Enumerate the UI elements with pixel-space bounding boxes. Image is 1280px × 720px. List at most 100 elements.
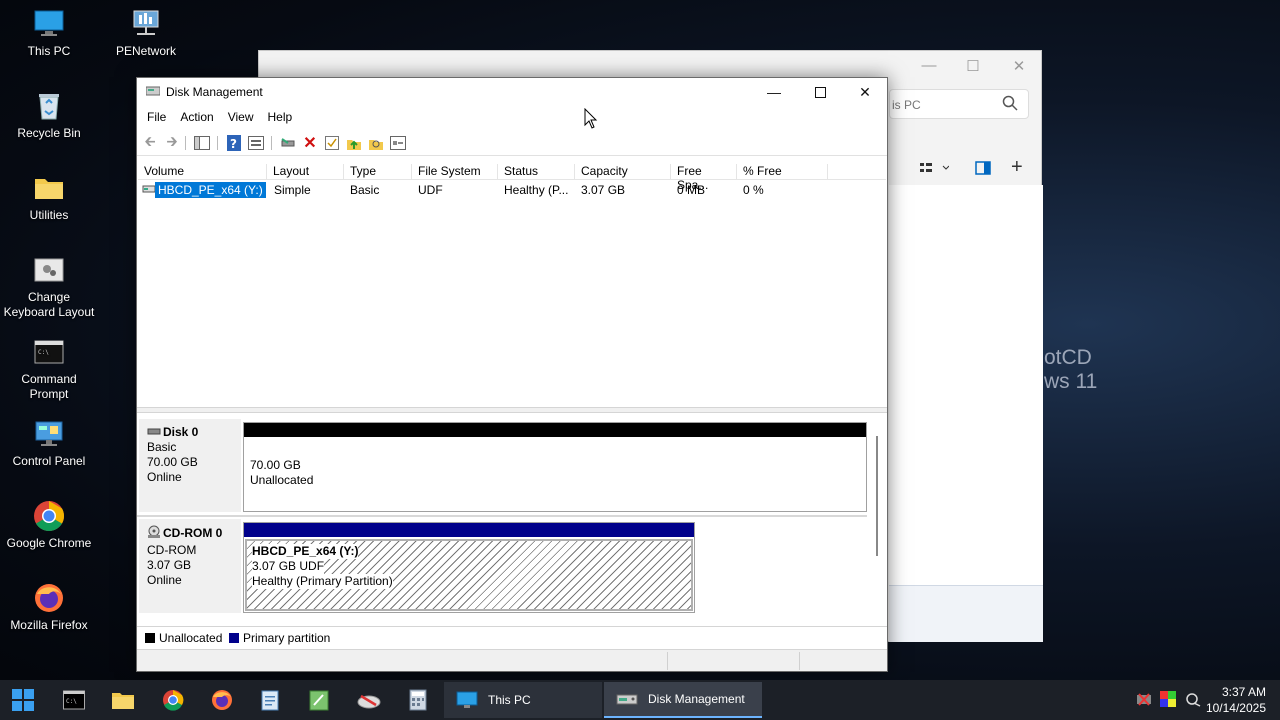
- desktop-icon-mozilla-firefox[interactable]: Mozilla Firefox: [1, 582, 97, 633]
- disk-management-icon: [145, 85, 161, 97]
- control-panel-icon: [33, 418, 65, 450]
- search-folder-icon[interactable]: [367, 134, 385, 152]
- volume-list-header: Volume Layout Type File System Status Ca…: [138, 161, 886, 192]
- volume-list[interactable]: Volume Layout Type File System Status Ca…: [138, 161, 886, 406]
- desktop-icon-google-chrome[interactable]: Google Chrome: [1, 500, 97, 551]
- network-tray-icon[interactable]: [1136, 691, 1152, 710]
- folder-icon: [112, 693, 134, 709]
- back-icon[interactable]: 🡰: [141, 133, 159, 152]
- menu-bar: File Action View Help: [137, 106, 887, 128]
- desktop-icon-recycle-bin[interactable]: Recycle Bin: [1, 90, 97, 141]
- title-bar[interactable]: Disk Management — ✕: [137, 78, 887, 106]
- close-button[interactable]: ✕: [999, 57, 1039, 77]
- toolbar: 🡰 🡲 ? ✕: [137, 130, 887, 156]
- partition-body-hatched: HBCD_PE_x64 (Y:) 3.07 GB UDF Healthy (Pr…: [245, 539, 693, 611]
- menu-action[interactable]: Action: [173, 106, 220, 128]
- disk-0-label[interactable]: Disk 0 Basic 70.00 GB Online: [139, 419, 241, 512]
- status-pane: [667, 652, 668, 670]
- desktop-icon-change-keyboard-layout[interactable]: Change Keyboard Layout: [1, 254, 97, 320]
- taskbar-disk-tool-button[interactable]: [353, 684, 385, 716]
- sync-tray-icon[interactable]: [1184, 691, 1202, 710]
- properties-list-icon[interactable]: [247, 134, 265, 152]
- maximize-button[interactable]: [797, 78, 843, 106]
- taskbar-terminal-button[interactable]: C:\: [58, 684, 90, 716]
- column-free-space[interactable]: Free Spa...: [671, 164, 737, 192]
- graph-scrollbar[interactable]: [874, 430, 880, 620]
- taskbar-firefox-button[interactable]: [206, 684, 238, 716]
- monitor-icon: [33, 8, 65, 40]
- desktop-icon-command-prompt[interactable]: C:\ Command Prompt: [1, 336, 97, 402]
- terminal-icon: C:\: [63, 690, 85, 710]
- disk-separator: [137, 515, 867, 517]
- cell-percent-free: 0 %: [743, 183, 764, 197]
- check-icon[interactable]: [323, 134, 341, 152]
- explorer-bottom: [889, 585, 1043, 642]
- forward-icon[interactable]: 🡲: [163, 133, 181, 152]
- desktop-icon-utilities[interactable]: Utilities: [1, 172, 97, 223]
- menu-view[interactable]: View: [221, 106, 261, 128]
- taskbar-chrome-button[interactable]: [157, 684, 189, 716]
- taskbar-calculator-button[interactable]: [402, 684, 434, 716]
- view-options-icon[interactable]: [919, 161, 950, 178]
- volume-drive-icon: [142, 182, 156, 198]
- partition-size: 70.00 GB: [250, 458, 301, 472]
- column-layout[interactable]: Layout: [267, 164, 344, 180]
- column-type[interactable]: Type: [344, 164, 412, 180]
- minimize-button[interactable]: —: [909, 57, 949, 77]
- taskbar-app-this-pc[interactable]: This PC: [444, 682, 602, 718]
- desktop-icon-this-pc[interactable]: This PC: [1, 8, 97, 59]
- close-button[interactable]: ✕: [842, 78, 888, 106]
- clock[interactable]: 3:37 AM 10/14/2025: [1206, 684, 1266, 716]
- cdrom-0-label[interactable]: CD-ROM 0 CD-ROM 3.07 GB Online: [139, 519, 241, 613]
- cell-volume[interactable]: HBCD_PE_x64 (Y:): [155, 182, 266, 198]
- column-capacity[interactable]: Capacity: [575, 164, 671, 180]
- column-volume[interactable]: Volume: [138, 164, 267, 180]
- disk-management-window[interactable]: Disk Management — ✕ File Action View Hel…: [136, 77, 888, 672]
- new-tab-icon[interactable]: +: [1011, 157, 1023, 177]
- console-tree-icon[interactable]: [193, 134, 211, 152]
- legend: Unallocated Primary partition: [137, 626, 887, 648]
- color-tray-icon[interactable]: [1160, 690, 1176, 710]
- delete-icon[interactable]: ✕: [301, 134, 319, 152]
- connect-drive-icon[interactable]: [279, 134, 297, 152]
- network-icon: [130, 8, 162, 40]
- desktop-icon-penetwork[interactable]: PENetwork: [98, 8, 194, 59]
- partition-body: 70.00 GB Unallocated: [244, 437, 866, 511]
- cdrom-0-primary-partition[interactable]: HBCD_PE_x64 (Y:) 3.07 GB UDF Healthy (Pr…: [243, 522, 695, 613]
- desktop-icon-label: PENetwork: [115, 44, 177, 58]
- taskbar-notepad-button[interactable]: [254, 684, 286, 716]
- column-status[interactable]: Status: [498, 164, 575, 180]
- folder-icon: [33, 172, 65, 204]
- svg-text:C:\: C:\: [66, 698, 77, 705]
- settings-list-icon[interactable]: [389, 134, 407, 152]
- desktop-icon-control-panel[interactable]: Control Panel: [1, 418, 97, 469]
- maximize-button[interactable]: ☐: [953, 57, 993, 77]
- toolbar-separator: [185, 136, 186, 150]
- legend-primary-partition: Primary partition: [243, 631, 331, 645]
- menu-file[interactable]: File: [140, 106, 173, 128]
- desktop-icon-label: Utilities: [29, 208, 69, 222]
- scrollbar-thumb[interactable]: [876, 436, 878, 556]
- help-icon[interactable]: ?: [225, 134, 243, 152]
- details-pane-icon[interactable]: [975, 161, 991, 178]
- column-percent-free[interactable]: % Free: [737, 164, 828, 180]
- pane-splitter[interactable]: [137, 407, 887, 413]
- toolbar-separator: [271, 136, 272, 150]
- column-file-system[interactable]: File System: [412, 164, 498, 180]
- menu-help[interactable]: Help: [261, 106, 300, 128]
- disk-icon: [147, 425, 161, 440]
- taskbar-editor-button[interactable]: [303, 684, 335, 716]
- primary-partition-bar: [244, 523, 694, 537]
- start-button[interactable]: [7, 684, 39, 716]
- disk-tool-icon: [357, 694, 381, 709]
- minimize-button[interactable]: —: [751, 78, 797, 106]
- disk-graphical-view[interactable]: Disk 0 Basic 70.00 GB Online 70.00 GB Un…: [137, 414, 887, 626]
- taskbar-app-label: Disk Management: [648, 692, 745, 706]
- legend-swatch-primary: [229, 633, 239, 643]
- taskbar-app-disk-management[interactable]: Disk Management: [604, 682, 762, 718]
- up-folder-icon[interactable]: [345, 134, 363, 152]
- wallpaper-text-2: ws 11: [1044, 370, 1098, 393]
- search-input[interactable]: is PC: [889, 89, 1029, 119]
- taskbar-file-explorer-button[interactable]: [107, 684, 139, 716]
- disk-0-unallocated-partition[interactable]: 70.00 GB Unallocated: [243, 422, 867, 512]
